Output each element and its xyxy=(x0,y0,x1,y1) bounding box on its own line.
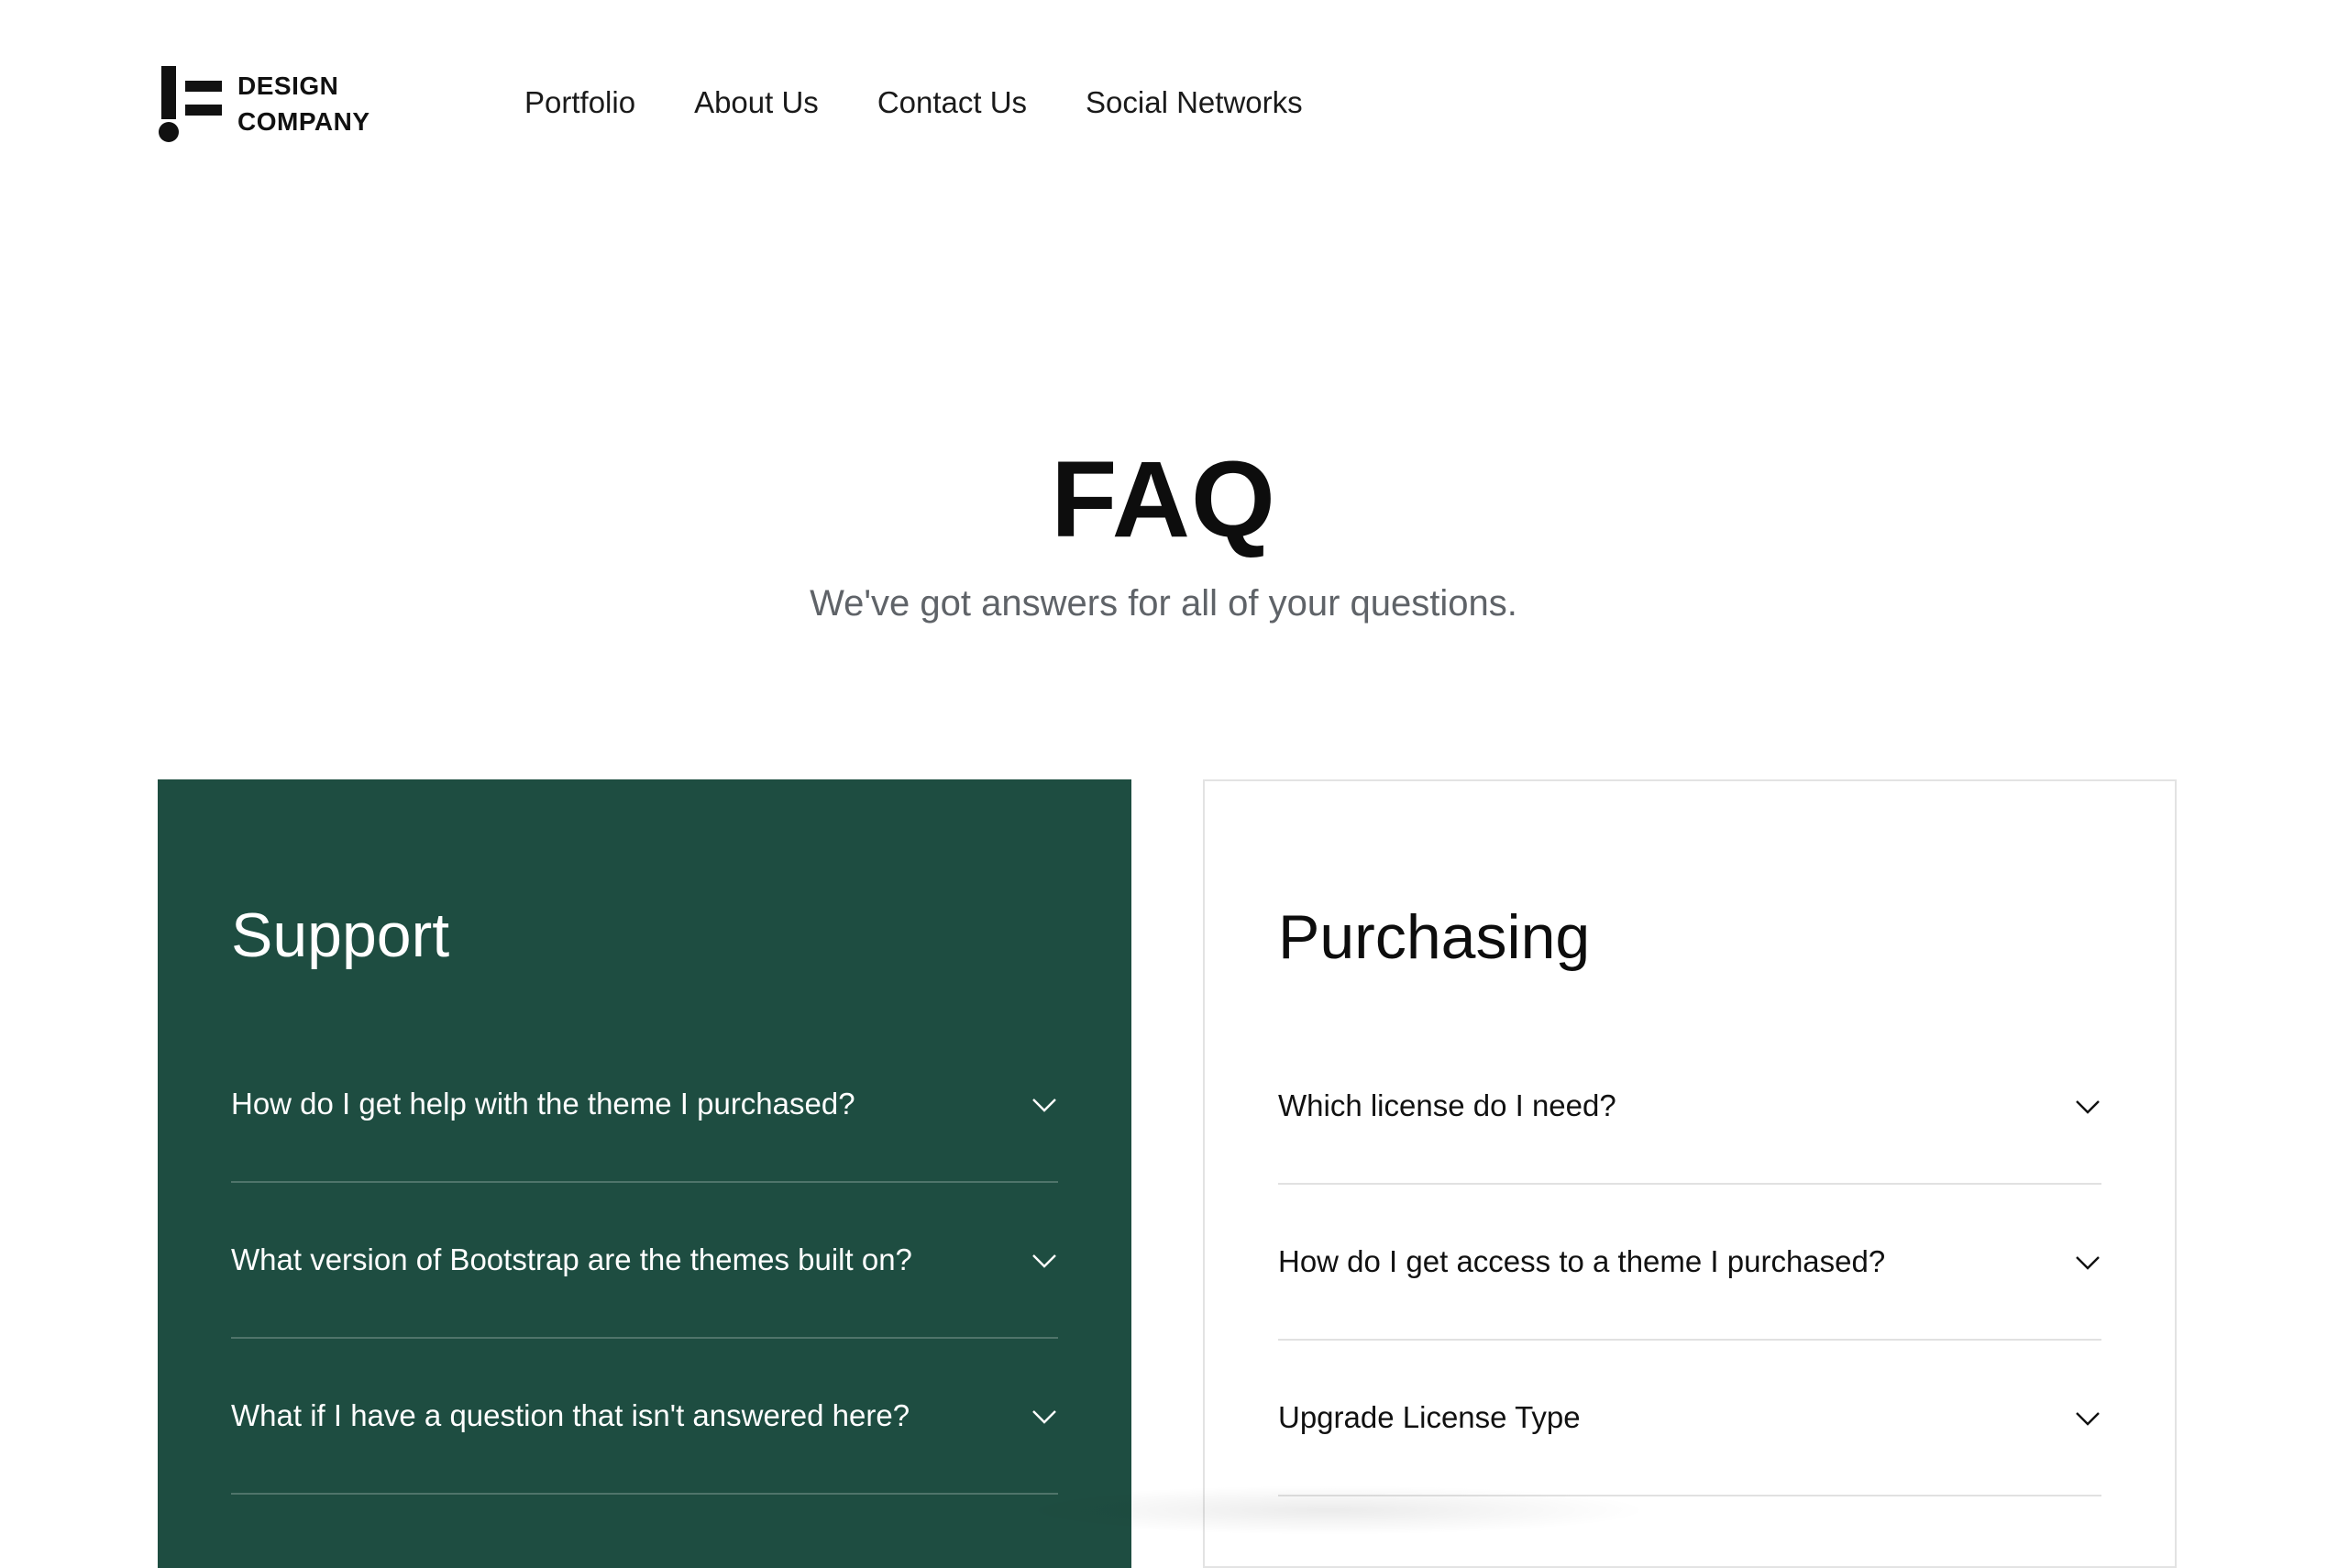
main-nav: Portfolio About Us Contact Us Social Net… xyxy=(524,81,1303,125)
page-title: FAQ xyxy=(1051,439,1276,560)
faq-question: Which license do I need? xyxy=(1278,1088,1616,1122)
support-title: Support xyxy=(231,900,450,970)
brand-name-line1: DESIGN xyxy=(237,72,339,100)
site-header: DESIGN COMPANY Portfolio About Us Contac… xyxy=(0,0,2327,211)
chevron-down-icon[interactable] xyxy=(1031,1246,1058,1274)
chevron-down-icon[interactable] xyxy=(1031,1090,1058,1118)
faq-item-support-1[interactable]: How do I get help with the theme I purch… xyxy=(231,1027,1058,1183)
nav-link-about-us[interactable]: About Us xyxy=(694,81,819,125)
chevron-down-icon[interactable] xyxy=(2074,1092,2101,1120)
faq-hero: FAQ We've got answers for all of your qu… xyxy=(0,440,2327,629)
nav-link-social-networks[interactable]: Social Networks xyxy=(1086,81,1303,125)
logo-icon xyxy=(159,66,222,142)
chevron-down-icon[interactable] xyxy=(2074,1248,2101,1275)
page-subtitle: We've got answers for all of your questi… xyxy=(810,583,1517,624)
faq-item-support-2[interactable]: What version of Bootstrap are the themes… xyxy=(231,1183,1058,1339)
faq-item-purchasing-2[interactable]: How do I get access to a theme I purchas… xyxy=(1278,1185,2101,1341)
chevron-down-icon[interactable] xyxy=(2074,1404,2101,1431)
faq-item-purchasing-3[interactable]: Upgrade License Type xyxy=(1278,1341,2101,1496)
brand-logo[interactable]: DESIGN COMPANY xyxy=(158,64,387,143)
faq-item-support-3[interactable]: What if I have a question that isn't ans… xyxy=(231,1339,1058,1495)
faq-question: How do I get access to a theme I purchas… xyxy=(1278,1244,1886,1278)
purchasing-card: Purchasing Which license do I need? How … xyxy=(1203,779,2177,1568)
brand-name: DESIGN COMPANY xyxy=(237,68,370,139)
faq-question: How do I get help with the theme I purch… xyxy=(231,1087,855,1121)
chevron-down-icon[interactable] xyxy=(1031,1402,1058,1430)
faq-item-purchasing-1[interactable]: Which license do I need? xyxy=(1278,1029,2101,1185)
nav-link-contact-us[interactable]: Contact Us xyxy=(877,81,1027,125)
purchasing-title: Purchasing xyxy=(1278,902,1591,972)
faq-question: What version of Bootstrap are the themes… xyxy=(231,1242,912,1276)
brand-name-line2: COMPANY xyxy=(237,107,370,136)
faq-question: Upgrade License Type xyxy=(1278,1400,1581,1434)
faq-question: What if I have a question that isn't ans… xyxy=(231,1398,910,1432)
support-card: Support How do I get help with the theme… xyxy=(158,779,1131,1568)
nav-link-portfolio[interactable]: Portfolio xyxy=(524,81,635,125)
